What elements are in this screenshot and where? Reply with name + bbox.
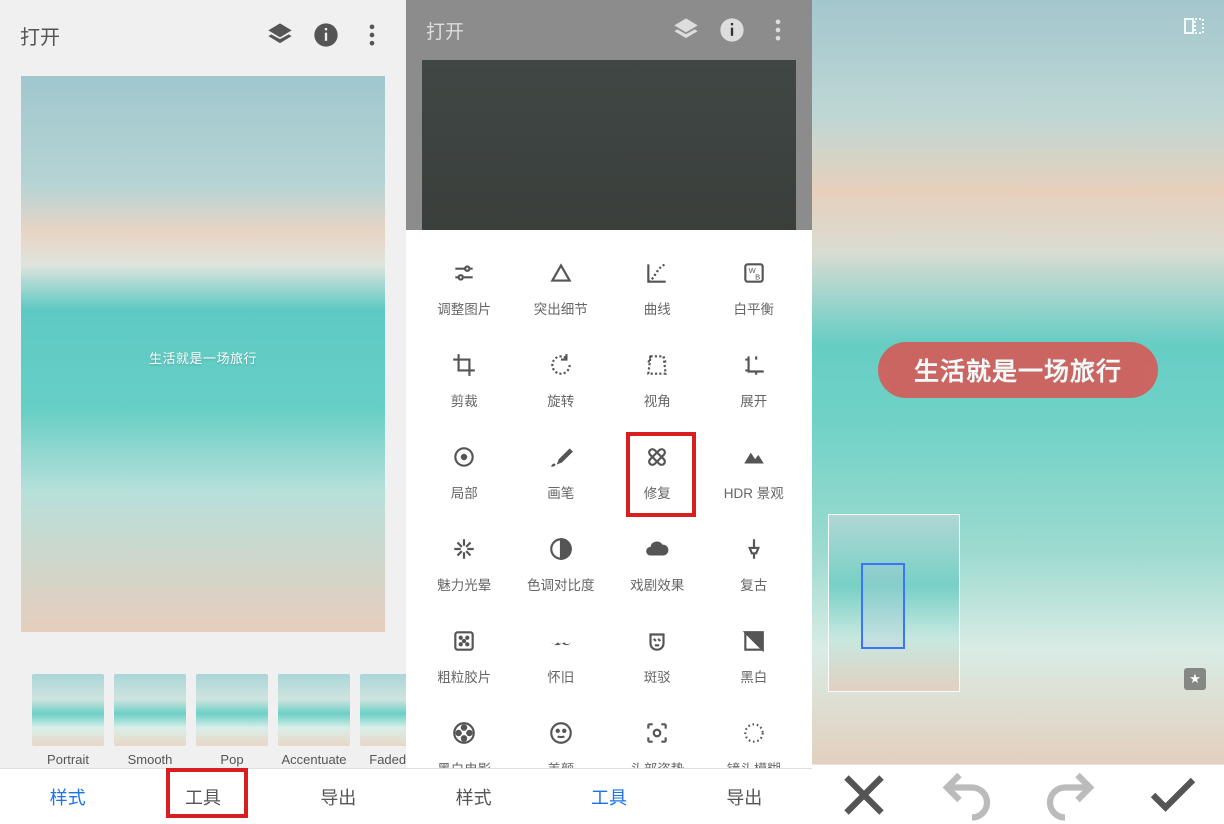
tool-healing[interactable]: 修复	[609, 444, 706, 502]
tab-tools[interactable]: 工具	[573, 778, 645, 816]
tool-details[interactable]: 突出细节	[513, 260, 610, 318]
tools-screen: 打开 调整图片 突出细节 曲线 WB白平衡 剪裁 旋转 视角 展开 局部 画笔 …	[406, 0, 812, 824]
filter-item[interactable]: Accentuate	[278, 674, 350, 768]
navigator-viewport[interactable]	[861, 563, 905, 649]
navigator-minimap[interactable]	[828, 514, 960, 692]
info-icon[interactable]	[312, 21, 340, 49]
info-icon[interactable]	[718, 16, 746, 44]
watermark-text: 生活就是一场旅行	[914, 352, 1122, 388]
landscape-icon	[741, 444, 767, 470]
header: 打开	[0, 0, 406, 70]
healing-screen: 生活就是一场旅行 ★	[812, 0, 1224, 824]
redo-button[interactable]	[1040, 765, 1100, 824]
layers-icon[interactable]	[672, 16, 700, 44]
svg-text:B: B	[755, 273, 760, 282]
tool-drama[interactable]: 戏剧效果	[609, 536, 706, 594]
header: 打开	[406, 0, 812, 60]
filter-strip: Portrait Smooth Pop Accentuate Faded Gl	[0, 668, 406, 768]
tool-lensblur[interactable]: 镜头模糊	[706, 720, 803, 768]
sparkle-icon	[451, 536, 477, 562]
tool-grainy[interactable]: 粗粒胶片	[416, 628, 513, 686]
rotate-icon	[548, 352, 574, 378]
bottom-tabs: 样式 工具 导出	[0, 768, 406, 824]
tool-portrait[interactable]: 美颜	[513, 720, 610, 768]
mask-icon	[644, 628, 670, 654]
cloud-icon	[644, 536, 670, 562]
grain-icon	[451, 628, 477, 654]
styles-screen: 打开 生活就是一场旅行 Portrait Smooth Pop Accentua…	[0, 0, 406, 824]
curves-icon	[644, 260, 670, 286]
film-icon	[451, 720, 477, 746]
triangle-icon	[548, 260, 574, 286]
tab-export[interactable]: 导出	[708, 778, 780, 816]
tool-expand[interactable]: 展开	[706, 352, 803, 410]
preview-image-dimmed	[422, 60, 796, 230]
bandage-icon	[644, 444, 670, 470]
tab-export[interactable]: 导出	[302, 778, 374, 816]
tool-hdr[interactable]: HDR 景观	[706, 444, 803, 502]
more-icon[interactable]	[358, 21, 386, 49]
tool-retrolux[interactable]: 怀旧	[513, 628, 610, 686]
more-icon[interactable]	[764, 16, 792, 44]
tool-tonal[interactable]: 色调对比度	[513, 536, 610, 594]
tool-vintage[interactable]: 复古	[706, 536, 803, 594]
preview-image[interactable]: 生活就是一场旅行	[21, 76, 385, 632]
tool-selective[interactable]: 局部	[416, 444, 513, 502]
tab-styles[interactable]: 样式	[32, 778, 104, 816]
layers-icon[interactable]	[266, 21, 294, 49]
crop-icon	[451, 352, 477, 378]
open-button[interactable]: 打开	[20, 21, 248, 50]
face-icon	[548, 720, 574, 746]
contrast-icon	[548, 536, 574, 562]
bw-icon	[741, 628, 767, 654]
sliders-icon	[451, 260, 477, 286]
tool-bw[interactable]: 黑白	[706, 628, 803, 686]
image-caption: 生活就是一场旅行	[21, 348, 385, 367]
tools-sheet: 调整图片 突出细节 曲线 WB白平衡 剪裁 旋转 视角 展开 局部 画笔 修复 …	[406, 230, 812, 768]
undo-button[interactable]	[937, 765, 997, 824]
tab-styles[interactable]: 样式	[438, 778, 510, 816]
tool-glamour[interactable]: 魅力光晕	[416, 536, 513, 594]
tool-grunge[interactable]: 斑驳	[609, 628, 706, 686]
target-icon	[451, 444, 477, 470]
brush-icon	[548, 444, 574, 470]
compare-icon[interactable]	[1182, 14, 1206, 38]
pin-icon	[741, 536, 767, 562]
open-button[interactable]: 打开	[426, 17, 654, 44]
close-button[interactable]	[834, 765, 894, 824]
tool-curves[interactable]: 曲线	[609, 260, 706, 318]
tool-noir[interactable]: 黑白电影	[416, 720, 513, 768]
filter-item[interactable]: Faded Gl	[360, 674, 406, 768]
filter-item[interactable]: Smooth	[114, 674, 186, 768]
filter-item[interactable]: Pop	[196, 674, 268, 768]
tool-brush[interactable]: 画笔	[513, 444, 610, 502]
healing-toolbar	[812, 764, 1224, 824]
tool-rotate[interactable]: 旋转	[513, 352, 610, 410]
tool-tune-image[interactable]: 调整图片	[416, 260, 513, 318]
blur-icon	[741, 720, 767, 746]
wb-icon: WB	[741, 260, 767, 286]
apply-button[interactable]	[1143, 765, 1203, 824]
tool-crop[interactable]: 剪裁	[416, 352, 513, 410]
heal-brush-stroke: 生活就是一场旅行	[878, 342, 1158, 398]
tab-tools[interactable]: 工具	[167, 778, 239, 816]
tool-headpose[interactable]: 头部姿势	[609, 720, 706, 768]
mustache-icon	[548, 628, 574, 654]
tool-white-balance[interactable]: WB白平衡	[706, 260, 803, 318]
filter-item[interactable]: Portrait	[32, 674, 104, 768]
star-badge-icon[interactable]: ★	[1184, 668, 1206, 690]
face-focus-icon	[644, 720, 670, 746]
healing-canvas[interactable]: 生活就是一场旅行 ★	[812, 0, 1224, 764]
perspective-icon	[644, 352, 670, 378]
expand-icon	[741, 352, 767, 378]
bottom-tabs: 样式 工具 导出	[406, 768, 812, 824]
tool-perspective[interactable]: 视角	[609, 352, 706, 410]
